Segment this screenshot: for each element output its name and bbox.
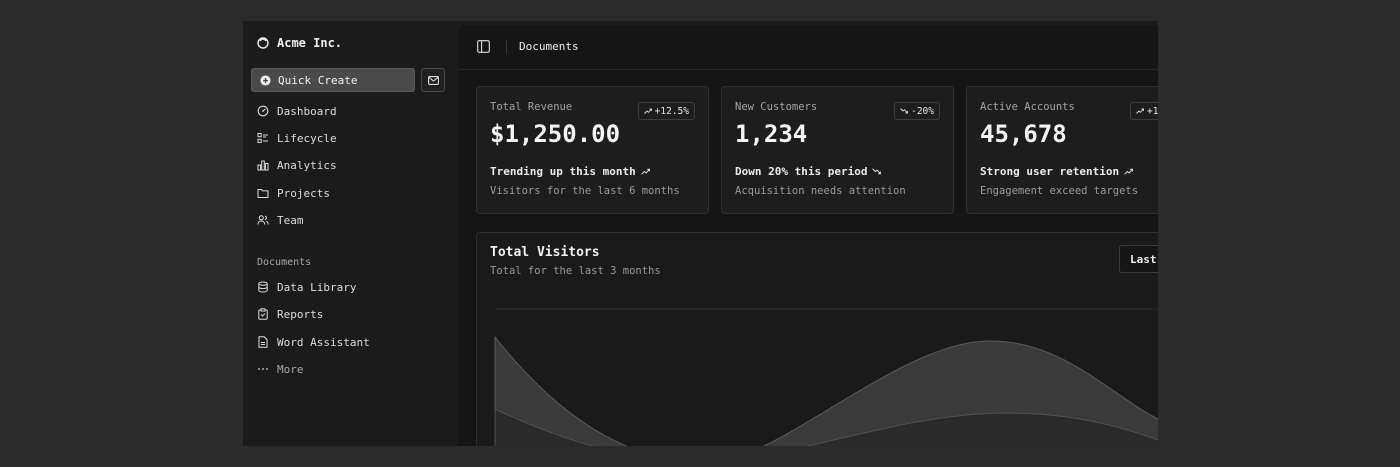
top-bar: Documents [458, 25, 1158, 70]
sidebar-item-label: Team [277, 213, 304, 227]
sidebar-item-label: More [277, 362, 304, 376]
documents-section-label: Documents [257, 257, 312, 268]
trending-up-icon [640, 168, 650, 175]
ellipsis-icon [258, 368, 268, 370]
mail-icon [427, 75, 439, 85]
users-icon [257, 215, 269, 225]
card-subtext: Acquisition needs attention [735, 185, 906, 197]
main-content: Documents Total Revenue +12.5% $1,250.00… [458, 25, 1158, 446]
badge-value: -20% [911, 105, 934, 117]
change-badge: +12.5% [1130, 102, 1158, 120]
file-icon [258, 336, 268, 348]
trending-down-icon [872, 168, 882, 175]
card-subtext: Visitors for the last 6 months [490, 185, 680, 197]
time-range-select[interactable]: Last [1119, 245, 1158, 273]
trending-up-icon [1136, 108, 1144, 114]
visitors-subtitle: Total for the last 3 months [490, 265, 661, 277]
trending-up-icon [643, 108, 652, 114]
bar-chart-icon [257, 160, 269, 171]
trend-text: Down 20% this period [735, 165, 868, 178]
card-label: Active Accounts [980, 101, 1075, 113]
plus-circle-icon [260, 74, 271, 86]
page-title: Documents [519, 40, 579, 53]
list-check-icon [257, 133, 268, 144]
card-value: 45,678 [980, 120, 1067, 148]
clipboard-icon [258, 308, 268, 320]
stat-card-active-accounts: Active Accounts +12.5% 45,678 Strong use… [966, 86, 1158, 214]
quick-create-label: Quick Create [278, 73, 358, 87]
trending-up-icon [1124, 168, 1134, 175]
sidebar-item-label: Lifecycle [277, 131, 337, 145]
brand[interactable]: Acme Inc. [257, 36, 342, 50]
sidebar-toggle-icon[interactable] [477, 40, 490, 53]
trending-down-icon [900, 108, 909, 114]
sidebar-item-analytics[interactable]: Analytics [257, 157, 337, 173]
sidebar-item-label: Dashboard [277, 104, 337, 118]
sidebar-item-more[interactable]: More [257, 361, 304, 377]
total-visitors-card: Total Visitors Total for the last 3 mont… [476, 232, 1158, 446]
sidebar-item-label: Data Library [277, 280, 357, 294]
card-trend: Strong user retention [980, 165, 1134, 178]
badge-value: +12.5% [1147, 105, 1158, 117]
stat-card-new-customers: New Customers -20% 1,234 Down 20% this p… [721, 86, 954, 214]
header-divider [506, 40, 507, 54]
card-value: 1,234 [735, 120, 808, 148]
visitors-title: Total Visitors [490, 245, 600, 260]
trend-text: Trending up this month [490, 165, 636, 178]
sidebar-item-label: Analytics [277, 158, 337, 172]
visitors-area-chart [494, 308, 1158, 446]
sidebar-item-lifecycle[interactable]: Lifecycle [257, 130, 337, 146]
sidebar: Acme Inc. Quick Create Dashboard Lifecyc… [243, 21, 458, 446]
database-icon [258, 281, 268, 293]
change-badge: -20% [894, 102, 940, 120]
change-badge: +12.5% [637, 102, 695, 120]
quick-create-row: Quick Create [251, 68, 445, 92]
circle-logo-icon [257, 37, 269, 49]
app-window: Acme Inc. Quick Create Dashboard Lifecyc… [243, 21, 1158, 446]
card-label: Total Revenue [490, 101, 573, 113]
sidebar-item-label: Reports [277, 307, 324, 321]
sidebar-item-label: Projects [277, 186, 330, 200]
card-value: $1,250.00 [490, 120, 621, 148]
trend-text: Strong user retention [980, 165, 1120, 178]
folder-icon [257, 189, 269, 198]
stat-card-total-revenue: Total Revenue +12.5% $1,250.00 Trending … [476, 86, 709, 214]
sidebar-item-team[interactable]: Team [257, 212, 304, 228]
brand-name: Acme Inc. [277, 36, 343, 50]
sidebar-item-projects[interactable]: Projects [257, 185, 330, 201]
sidebar-item-dashboard[interactable]: Dashboard [257, 103, 337, 119]
quick-create-button[interactable]: Quick Create [251, 68, 415, 92]
sidebar-item-reports[interactable]: Reports [257, 306, 323, 322]
inbox-button[interactable] [421, 68, 445, 92]
card-label: New Customers [735, 101, 818, 113]
card-trend: Down 20% this period [735, 165, 882, 178]
gauge-icon [257, 105, 269, 117]
sidebar-item-word-assistant[interactable]: Word Assistant [257, 334, 370, 350]
card-subtext: Engagement exceed targets [980, 185, 1139, 197]
badge-value: +12.5% [654, 105, 689, 117]
card-trend: Trending up this month [490, 165, 650, 178]
sidebar-item-data-library[interactable]: Data Library [257, 279, 356, 295]
sidebar-item-label: Word Assistant [277, 335, 370, 349]
